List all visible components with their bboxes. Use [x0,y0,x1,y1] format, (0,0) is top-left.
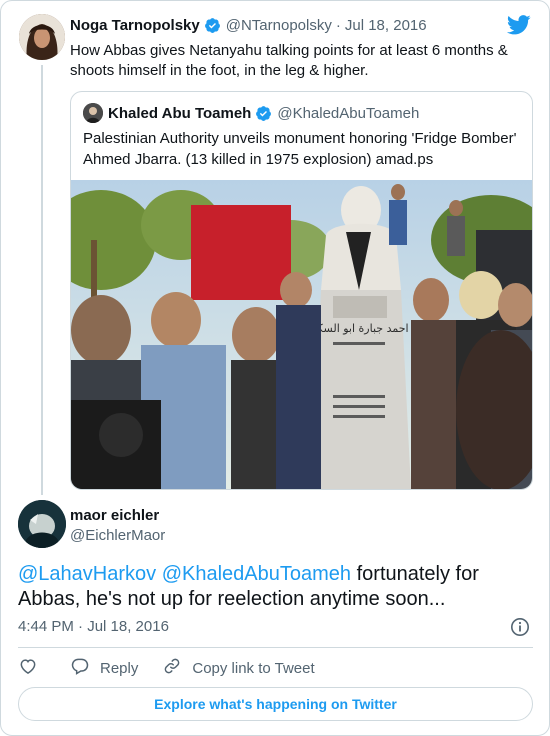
mention-link[interactable]: @LahavHarkov [18,563,156,585]
info-icon[interactable] [510,617,530,637]
reply-author-handle[interactable]: @EichlerMaor [70,527,165,544]
quoted-author-name[interactable]: Khaled Abu Toameh [108,105,251,122]
link-icon [162,656,182,680]
tweet-timestamp[interactable]: 4:44 PM · Jul 18, 2016 [18,618,169,635]
reply-avatar[interactable] [18,500,66,548]
copy-link-button[interactable]: Copy link to Tweet [162,656,315,680]
heart-icon [18,656,38,680]
mention-link[interactable]: @KhaledAbuToameh [162,563,351,585]
quoted-author-handle[interactable]: @KhaledAbuToameh [277,105,419,122]
divider [18,647,533,648]
parent-tweet-text: How Abbas gives Netanyahu talking points… [70,42,508,79]
reply-button[interactable]: Reply [70,656,138,680]
quoted-tweet-text: Palestinian Authority unveils monument h… [83,130,517,168]
action-bar: Reply Copy link to Tweet [18,657,315,679]
parent-date[interactable]: Jul 18, 2016 [345,17,427,34]
header-separator: · [335,17,341,34]
reply-label: Reply [100,659,139,677]
like-button[interactable] [18,656,38,680]
parent-header: Noga Tarnopolsky @NTarnopolsky · Jul 18,… [70,17,427,34]
reply-tweet-text: @LahavHarkov @KhaledAbuToameh fortunatel… [18,562,533,612]
twitter-bird-icon[interactable] [506,15,531,35]
quoted-media-photo[interactable]: احمد جبارة ابو السكر [71,180,532,489]
reply-text-part1: fortunately for [351,563,479,585]
embedded-tweet-card: Noga Tarnopolsky @NTarnopolsky · Jul 18,… [0,0,550,736]
monument-inscription: احمد جبارة ابو السكر [310,322,408,335]
verified-badge-icon [204,17,221,34]
verified-badge-icon [255,105,272,122]
reply-text-part2: Abbas, he's not up for reelection anytim… [18,588,446,610]
reply-bubble-icon [70,656,90,680]
quoted-header: Khaled Abu Toameh @KhaledAbuToameh [83,103,419,123]
quoted-avatar[interactable] [83,103,103,123]
parent-author-handle[interactable]: @NTarnopolsky [226,17,332,34]
quoted-tweet[interactable]: Khaled Abu Toameh @KhaledAbuToameh Pales… [70,91,533,490]
explore-twitter-button[interactable]: Explore what's happening on Twitter [18,687,533,721]
reply-author-name[interactable]: maor eichler [70,507,159,524]
parent-avatar[interactable] [19,14,65,60]
thread-line [41,65,43,495]
copy-link-label: Copy link to Tweet [192,659,315,677]
parent-author-name[interactable]: Noga Tarnopolsky [70,17,200,34]
